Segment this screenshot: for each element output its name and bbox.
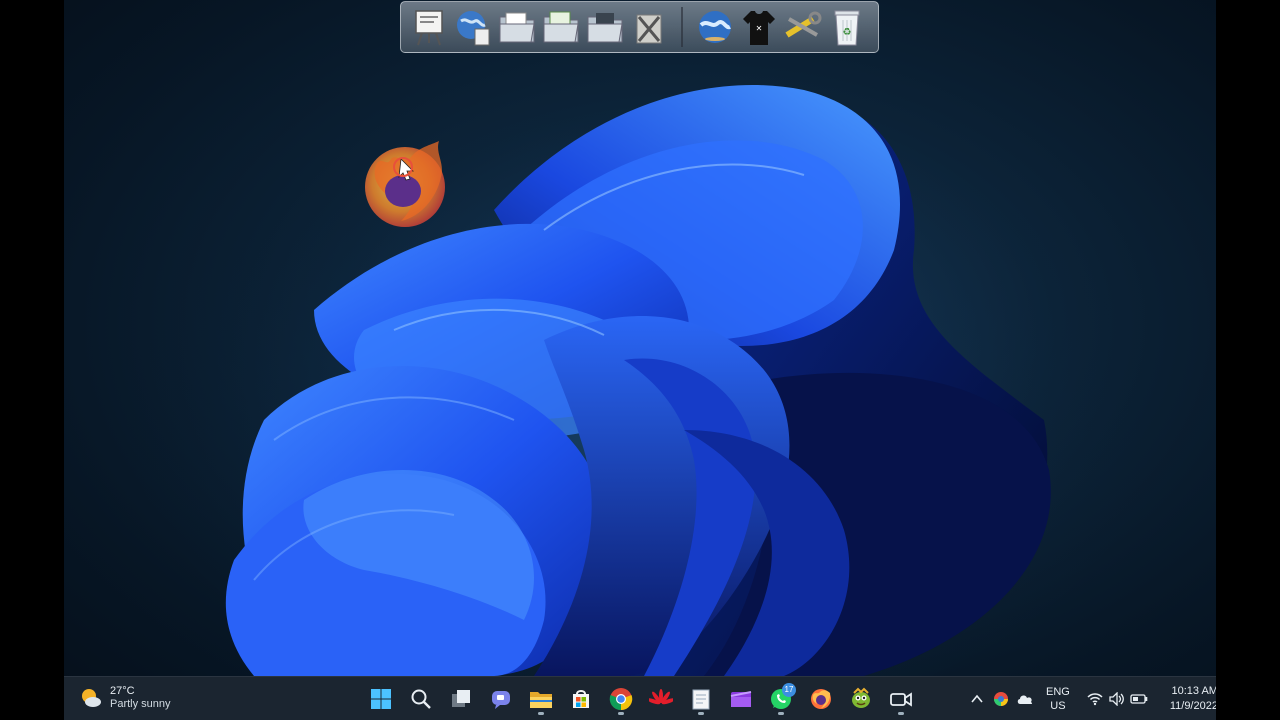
input-language-indicator[interactable]: ENG US [1046,685,1070,713]
running-indicator [778,712,784,715]
chrome-icon [609,688,633,711]
search-button[interactable] [404,682,438,716]
cloud-icon [1017,695,1033,704]
weather-condition: Partly sunny [110,698,171,710]
running-indicator [618,712,624,715]
clock-button[interactable]: 10:13 AM 11/9/2022 [1170,684,1216,714]
show-hidden-icons-button[interactable] [968,690,986,708]
wallpaper-bloom [124,70,1164,720]
firefox-icon [365,141,445,227]
clock-date: 11/9/2022 [1169,700,1216,712]
system-tray: ENG US 10:13 AM 11/9/2022 [968,681,1216,717]
taskbar: 27°C Partly sunny 17 ENG US 10:13 AM 11/… [64,676,1216,720]
dock-separator [681,7,683,47]
quick-settings-button[interactable] [1086,690,1148,708]
clipchamp-button[interactable] [724,682,758,716]
wifi-icon [1086,690,1104,708]
svg-text:♻: ♻ [843,27,852,38]
video-editor-icon [730,691,752,707]
task-view-icon [452,690,470,707]
weather-widget[interactable]: 27°C Partly sunny [80,685,171,711]
desktop: ✕ ♻ 27°C Partly sunny 17 ENG US 10:13 AM… [64,0,1216,720]
teams-chat-icon [492,691,510,709]
spreadsheet-folder-icon[interactable] [541,5,581,49]
wrench-screwdriver-icon[interactable] [783,5,823,49]
running-indicator [538,712,544,715]
presentation-board-icon[interactable] [409,5,449,49]
whatsapp-unread-badge: 17 [782,683,796,697]
task-view-button[interactable] [444,682,478,716]
network-folder-icon[interactable] [585,5,625,49]
onedrive-button[interactable] [1016,690,1034,708]
recycle-bin-icon[interactable]: ♻ [827,5,867,49]
volume-icon [1108,690,1126,708]
firefox-desktop-shortcut[interactable] [361,137,449,229]
weather-temperature: 27°C [110,685,135,697]
game-button[interactable] [844,682,878,716]
clock-time: 10:13 AM [1171,685,1216,697]
firefox-button[interactable] [804,682,838,716]
partly-sunny-icon [82,689,101,707]
file-explorer-button[interactable] [524,682,558,716]
taskbar-apps: 17 [364,681,918,717]
store-icon [573,690,589,708]
colorful-app-icon [994,692,1008,706]
tray-app-button[interactable] [992,690,1010,708]
whatsapp-button[interactable]: 17 [764,682,798,716]
huawei-button[interactable] [644,682,678,716]
chrome-button[interactable] [604,682,638,716]
game-character-icon [852,687,870,708]
launcher-dock: ✕ ♻ [400,1,879,53]
right-letterbox [1216,0,1280,720]
running-indicator [698,712,704,715]
language-code: ENG [1046,686,1070,698]
start-button[interactable] [364,682,398,716]
globe-document-icon[interactable] [453,5,493,49]
folder-icon [530,692,552,708]
notepad-icon [692,689,710,710]
chat-button[interactable] [484,682,518,716]
svg-text:✕: ✕ [756,24,763,33]
tools-icon[interactable] [629,5,669,49]
battery-icon [1130,690,1148,708]
globe-icon[interactable] [695,5,735,49]
tshirt-icon[interactable]: ✕ [739,5,779,49]
huawei-icon [649,689,673,705]
search-icon [411,689,431,709]
notepad-button[interactable] [684,682,718,716]
microsoft-store-button[interactable] [564,682,598,716]
left-letterbox [0,0,64,720]
document-folder-icon[interactable] [497,5,537,49]
video-camera-icon [890,692,912,707]
windows-logo-icon [371,689,391,709]
firefox-icon [811,689,831,709]
chevron-up-icon [971,694,983,703]
camera-button[interactable] [884,682,918,716]
region-code: US [1050,700,1066,712]
running-indicator [898,712,904,715]
